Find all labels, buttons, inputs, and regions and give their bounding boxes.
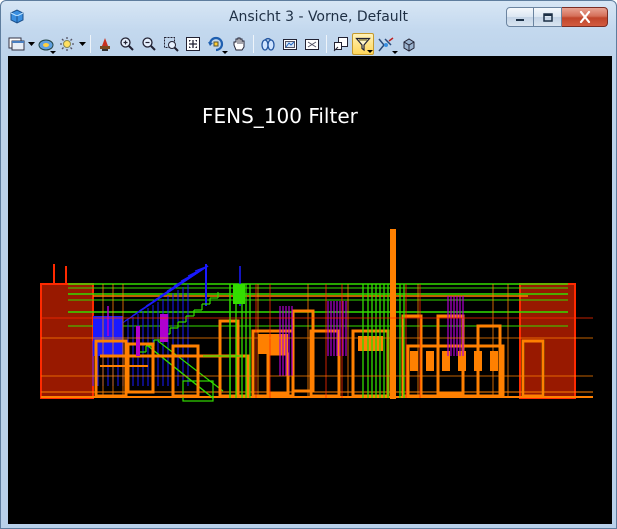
update-view-button[interactable] [94, 33, 116, 55]
minimize-icon [514, 8, 526, 27]
pan-view-button[interactable] [228, 33, 250, 55]
rotate-view-button[interactable] [204, 33, 228, 55]
copy-view-button[interactable] [301, 33, 323, 55]
toolbar-separator [253, 35, 254, 53]
rotate-view-icon [207, 36, 225, 52]
camera-icon [377, 36, 395, 52]
view-attributes-button[interactable] [7, 33, 27, 55]
pan-view-icon [231, 36, 247, 52]
toolbar-separator [326, 35, 327, 53]
zoom-in-button[interactable] [116, 33, 138, 55]
toolbar-separator [90, 35, 91, 53]
close-button[interactable] [562, 7, 608, 27]
update-view-icon [97, 36, 113, 52]
close-icon [578, 8, 592, 27]
zoom-in-icon [119, 36, 135, 52]
view-toolbar [7, 32, 611, 56]
view-next-button[interactable] [279, 33, 301, 55]
lighting-button[interactable] [56, 33, 78, 55]
lighting-icon [58, 36, 76, 52]
render-button[interactable] [398, 33, 420, 55]
window-area-button[interactable] [160, 33, 182, 55]
view-previous-button[interactable] [257, 33, 279, 55]
fit-view-icon [185, 36, 201, 52]
lighting-dropdown[interactable] [78, 33, 87, 55]
copy-view-icon [304, 36, 320, 52]
elevation-drawing [40, 229, 593, 402]
camera-button[interactable] [374, 33, 398, 55]
view-canvas[interactable]: FENS_100 Filter [8, 56, 612, 524]
window-controls [506, 7, 608, 27]
maximize-icon [542, 8, 554, 27]
clip-volume-button[interactable] [330, 33, 352, 55]
view-attributes-icon [8, 36, 26, 52]
view-attributes-dropdown[interactable] [27, 33, 36, 55]
display-mode-button[interactable] [36, 33, 56, 55]
view-display-mode-icon [37, 36, 55, 52]
window-area-icon [163, 36, 179, 52]
fit-view-button[interactable] [182, 33, 204, 55]
render-icon [401, 36, 417, 52]
view-next-icon [282, 36, 298, 52]
application-window: Ansicht 3 - Vorne, Default FENS_100 Filt… [0, 0, 617, 529]
minimize-button[interactable] [506, 7, 534, 27]
zoom-out-button[interactable] [138, 33, 160, 55]
title-bar[interactable]: Ansicht 3 - Vorne, Default [1, 1, 616, 31]
view-filter-button[interactable] [352, 33, 374, 55]
view-previous-icon [260, 36, 276, 52]
maximize-button[interactable] [534, 7, 562, 27]
clip-volume-icon [333, 36, 349, 52]
zoom-out-icon [141, 36, 157, 52]
